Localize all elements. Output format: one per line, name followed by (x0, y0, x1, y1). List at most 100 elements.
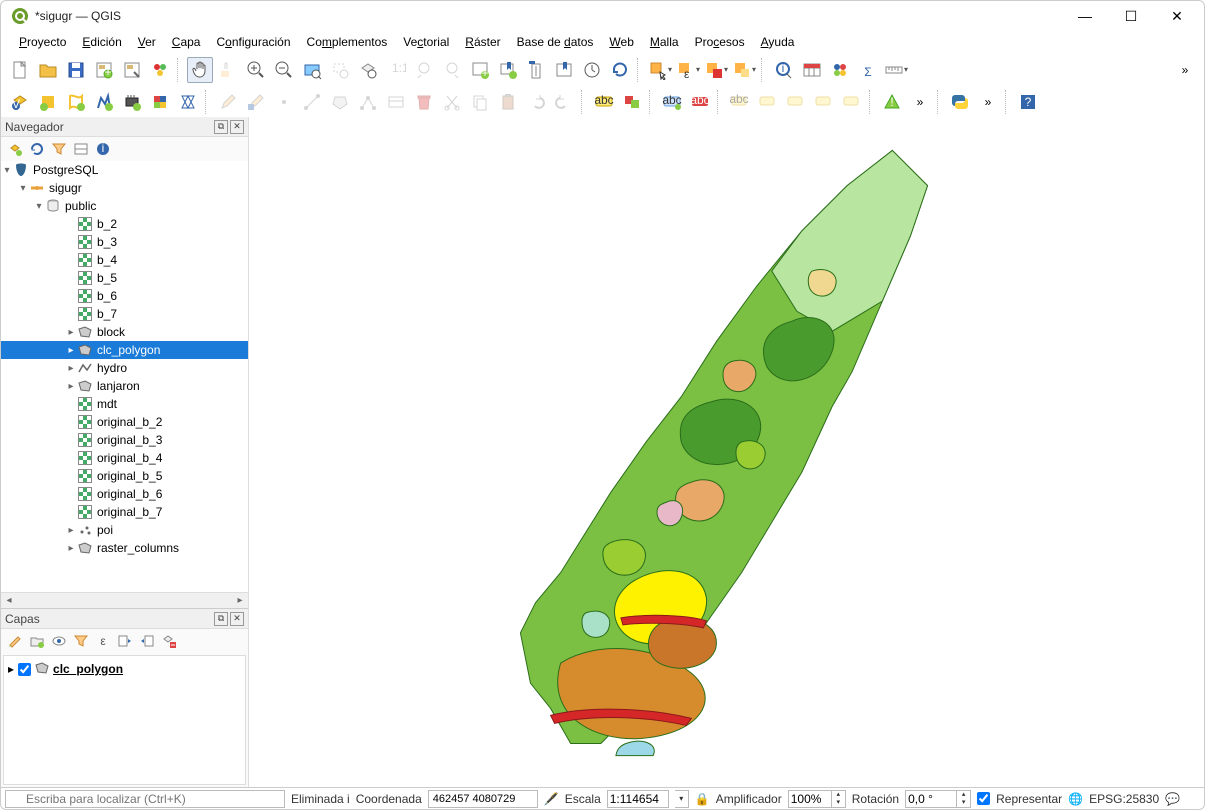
menu-proyecto[interactable]: Proyecto (11, 33, 74, 51)
expand-icon[interactable]: ▸ (65, 363, 77, 374)
tree-row[interactable]: b_7 (1, 305, 248, 323)
layers-filter-button[interactable] (71, 631, 91, 651)
magnifier-value[interactable] (789, 791, 831, 807)
new-print-layout-button[interactable]: + (91, 57, 117, 83)
tree-row[interactable]: b_2 (1, 215, 248, 233)
layers-add-group-button[interactable] (27, 631, 47, 651)
tree-row[interactable]: ▸hydro (1, 359, 248, 377)
tree-row[interactable]: ▸lanjaron (1, 377, 248, 395)
expand-icon[interactable]: ▸ (65, 327, 77, 338)
topology-more-icon[interactable]: » (907, 89, 933, 115)
toggle-editing-button[interactable] (215, 89, 241, 115)
copy-features-button[interactable] (467, 89, 493, 115)
locator-input[interactable] (5, 790, 285, 808)
close-button[interactable]: ✕ (1154, 1, 1200, 31)
layer-visibility-checkbox[interactable] (18, 663, 31, 676)
tree-row[interactable]: ▸block (1, 323, 248, 341)
minimize-button[interactable]: — (1062, 1, 1108, 31)
tree-row[interactable]: original_b_7 (1, 503, 248, 521)
crs-icon[interactable]: 🌐 (1068, 792, 1083, 806)
temporal-controller-button[interactable] (523, 57, 549, 83)
menu-ver[interactable]: Ver (130, 33, 164, 51)
render-checkbox[interactable] (977, 792, 990, 805)
zoom-native-button[interactable]: 1:1 (383, 57, 409, 83)
plugins-overflow-icon[interactable]: » (975, 89, 1001, 115)
tree-row[interactable]: ▾sigugr (1, 179, 248, 197)
expand-icon[interactable]: ▾ (17, 183, 29, 194)
add-polygon-button[interactable] (327, 89, 353, 115)
delete-selected-button[interactable] (411, 89, 437, 115)
layers-tree[interactable]: ▸ clc_polygon (3, 655, 246, 785)
browser-filter-button[interactable] (49, 139, 69, 159)
new-project-button[interactable] (7, 57, 33, 83)
tree-row[interactable]: original_b_6 (1, 485, 248, 503)
rotation-value[interactable] (906, 791, 956, 807)
browser-tree[interactable]: ▾PostgreSQL▾sigugr▾publicb_2b_3b_4b_5b_6… (1, 161, 248, 592)
deselect-all-button[interactable]: ▾ (703, 57, 729, 83)
layers-expression-button[interactable]: ε (93, 631, 113, 651)
label-toolbar-abc-yellow[interactable]: abc (591, 89, 617, 115)
menu-web[interactable]: Web (601, 33, 641, 51)
zoom-next-button[interactable] (439, 57, 465, 83)
layers-visibility-button[interactable] (49, 631, 69, 651)
browser-collapse-button[interactable] (71, 139, 91, 159)
tree-row[interactable]: ▸poi (1, 521, 248, 539)
zoom-to-selection-button[interactable] (327, 57, 353, 83)
menu-configuracion[interactable]: Configuración (208, 33, 298, 51)
layout-manager-button[interactable] (119, 57, 145, 83)
tree-row[interactable]: original_b_5 (1, 467, 248, 485)
select-features-button[interactable]: ▾ (647, 57, 673, 83)
new-mesh-layer-button[interactable] (175, 89, 201, 115)
expand-icon[interactable]: ▾ (33, 201, 45, 212)
digitize-button[interactable] (299, 89, 325, 115)
expand-icon[interactable]: ▸ (65, 381, 77, 392)
layer-expand-icon[interactable]: ▸ (8, 662, 14, 676)
paste-features-button[interactable] (495, 89, 521, 115)
pan-button[interactable] (187, 57, 213, 83)
menu-complementos[interactable]: Complementos (299, 33, 396, 51)
modify-attributes-button[interactable] (383, 89, 409, 115)
tree-row[interactable]: b_3 (1, 233, 248, 251)
menu-edicion[interactable]: Edición (74, 33, 129, 51)
layers-expand-button[interactable] (115, 631, 135, 651)
tree-row[interactable]: ▾public (1, 197, 248, 215)
label-toolbar-abc-blue[interactable]: abc (659, 89, 685, 115)
zoom-out-button[interactable] (271, 57, 297, 83)
scale-value[interactable] (608, 791, 668, 807)
new-shapefile-button[interactable] (63, 89, 89, 115)
open-attribute-table-button[interactable] (799, 57, 825, 83)
menu-raster[interactable]: Ráster (457, 33, 508, 51)
lock-scale-icon[interactable]: 🔒 (695, 792, 710, 806)
new-map-view-button[interactable]: + (467, 57, 493, 83)
menu-basedatos[interactable]: Base de datos (509, 33, 602, 51)
menu-ayuda[interactable]: Ayuda (753, 33, 803, 51)
pan-to-selection-button[interactable] (215, 57, 241, 83)
expand-icon[interactable]: ▸ (65, 543, 77, 554)
save-project-button[interactable] (63, 57, 89, 83)
label-toolbar-layer[interactable] (619, 89, 645, 115)
label-toolbar-abc-red[interactable]: abc (687, 89, 713, 115)
cut-features-button[interactable] (439, 89, 465, 115)
clock-button[interactable] (579, 57, 605, 83)
toolbar-overflow-1[interactable]: » (1172, 57, 1198, 83)
label-pin-button[interactable]: abc (727, 89, 753, 115)
tree-row[interactable]: ▸raster_columns (1, 539, 248, 557)
tree-row[interactable]: b_4 (1, 251, 248, 269)
layers-style-button[interactable] (5, 631, 25, 651)
tree-row[interactable]: b_6 (1, 287, 248, 305)
label-unpin-button[interactable] (755, 89, 781, 115)
python-console-button[interactable] (947, 89, 973, 115)
map-canvas[interactable] (249, 117, 1204, 787)
measure-button[interactable]: ▾ (883, 57, 909, 83)
add-vector-layer-button[interactable]: V (7, 89, 33, 115)
redo-button[interactable] (551, 89, 577, 115)
undo-button[interactable] (523, 89, 549, 115)
bookmarks-button[interactable] (551, 57, 577, 83)
browser-add-button[interactable] (5, 139, 25, 159)
new-geopackage-button[interactable] (91, 89, 117, 115)
new-virtual-layer-button[interactable] (147, 89, 173, 115)
save-edits-button[interactable] (243, 89, 269, 115)
browser-hscroll[interactable]: ◂▸ (1, 592, 248, 608)
layers-panel-close[interactable]: ✕ (230, 612, 244, 626)
zoom-full-button[interactable] (299, 57, 325, 83)
